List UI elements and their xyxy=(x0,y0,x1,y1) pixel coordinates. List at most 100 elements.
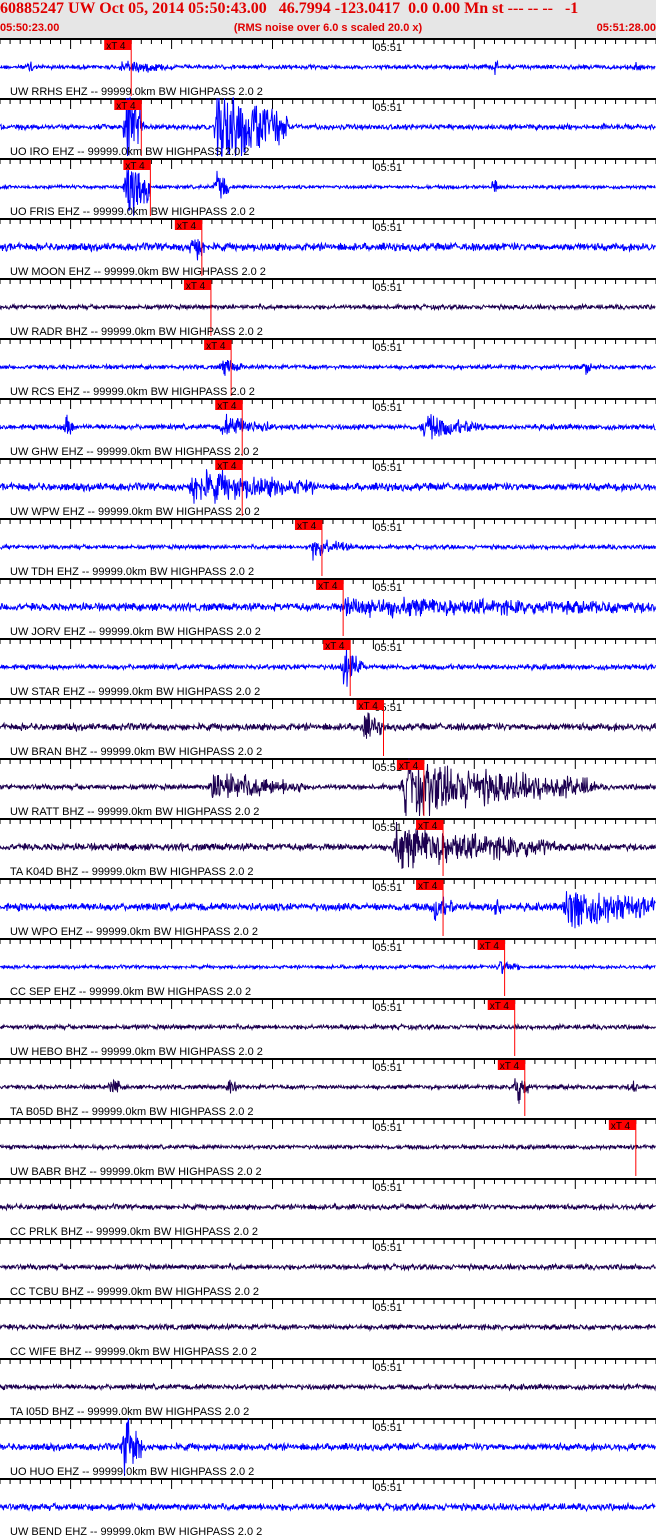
trace-panel: 05:51 UW BEND EHZ -- 99999.0km BW HIGHPAS… xyxy=(0,1478,656,1538)
station-label: CC TCBU BHZ -- 99999.0km BW HIGHPASS 2.0… xyxy=(10,1286,259,1298)
minute-tick-label: 05:51 xyxy=(374,1062,402,1074)
station-label: UW BRAN BHZ -- 99999.0km BW HIGHPASS 2.0… xyxy=(10,746,262,758)
minute-tick-label: 05:51 xyxy=(374,342,402,354)
station-label: UW MOON EHZ -- 99999.0km BW HIGHPASS 2.0… xyxy=(10,266,266,278)
station-label: CC WIFE BHZ -- 99999.0km BW HIGHPASS 2.0… xyxy=(10,1346,257,1358)
station-label: UW STAR EHZ -- 99999.0km BW HIGHPASS 2.0… xyxy=(10,686,260,698)
trace-panel: 05:51 xT 4 UW MOON EHZ -- 99999.0km BW HIG… xyxy=(0,218,656,278)
minute-tick-label: 05:51 xyxy=(374,222,402,234)
minute-tick-label: 05:51 xyxy=(374,1182,402,1194)
time-ticks xyxy=(0,1419,656,1429)
pick-label: xT 4 xyxy=(500,1061,520,1072)
station-label: UW RCS EHZ -- 99999.0km BW HIGHPASS 2.0 … xyxy=(10,386,255,398)
trace-panel: 05:51 UO HUO EHZ -- 99999.0km BW HIGHPASS… xyxy=(0,1417,656,1478)
minute-tick-label: 05:51 xyxy=(374,822,402,834)
trace-panel: 05:51xT 4UW BRAN BHZ -- 99999.0km BW HIG… xyxy=(0,698,656,758)
time-ticks xyxy=(0,1059,656,1069)
time-ticks xyxy=(0,1179,656,1189)
minute-tick-label: 05:51 xyxy=(374,102,402,114)
waveform xyxy=(0,821,656,869)
time-ticks xyxy=(0,99,656,109)
record-section: 05:51 xT 4 UW RRHS EHZ -- 99999.0km BW HIG… xyxy=(0,38,656,1538)
waveform xyxy=(0,359,656,376)
station-label: TA B05D BHZ -- 99999.0km BW HIGHPASS 2.0… xyxy=(10,1106,254,1118)
minute-tick-label: 05:51 xyxy=(374,282,402,294)
station-label: TA I05D BHZ -- 99999.0km BW HIGHPASS 2.0… xyxy=(10,1406,249,1418)
minute-tick-label: 05:51 xyxy=(374,1002,402,1014)
minute-tick-label: 05:51 xyxy=(374,522,402,534)
waveform xyxy=(0,59,656,76)
trace-panel: 05:51 xT 4 UW WPO EHZ -- 99999.0km BW HIGH… xyxy=(0,878,656,938)
header: 60885247 UW Oct 05, 2014 05:50:43.00 46.… xyxy=(0,0,656,38)
station-label: UW JORV EHZ -- 99999.0km BW HIGHPASS 2.0… xyxy=(10,626,261,638)
waveform xyxy=(0,596,656,619)
trace-panel: 05:51 xT 4 UO FRIS EHZ -- 99999.0km BW HIG… xyxy=(0,158,656,218)
minute-tick-label: 05:51 xyxy=(374,1482,402,1494)
trace-panel: 05:51 xT 4 UW RRHS EHZ -- 99999.0km BW HIG… xyxy=(0,38,656,98)
waveform xyxy=(0,647,656,687)
waveform xyxy=(0,1202,656,1212)
trace-panel: 05:51 CC WIFE BHZ -- 99999.0km BW HIGHPAS… xyxy=(0,1298,656,1358)
minute-tick-label: 05:51 xyxy=(374,942,402,954)
pick-label: xT 4 xyxy=(217,401,237,412)
time-ticks xyxy=(0,279,656,289)
time-ticks xyxy=(0,1119,656,1129)
pick-label: xT 4 xyxy=(490,1001,510,1012)
time-ticks xyxy=(0,1479,656,1489)
minute-tick-label: 05:51 xyxy=(374,582,402,594)
trace-panel: 05:51 xT 4 CC SEP EHZ -- 99999.0km BW HIGH… xyxy=(0,938,656,998)
station-label: CC PRLK BHZ -- 99999.0km BW HIGHPASS 2.0… xyxy=(10,1226,258,1238)
trace-panel: 05:51 xT 4 UW RADR BHZ -- 99999.0km BW HIG… xyxy=(0,278,656,338)
station-label: UW BEND EHZ -- 99999.0km BW HIGHPASS 2.0… xyxy=(10,1526,262,1538)
station-label: CC SEP EHZ -- 99999.0km BW HIGHPASS 2.0 … xyxy=(10,986,251,998)
time-ticks xyxy=(0,1359,656,1369)
pick-label: xT 4 xyxy=(325,641,345,652)
waveform xyxy=(0,1142,656,1152)
trace-panel: 05:51 TA I05D BHZ -- 99999.0km BW HIGHPAS… xyxy=(0,1358,656,1418)
station-label: UW WPW EHZ -- 99999.0km BW HIGHPASS 2.0 … xyxy=(10,506,260,518)
pick-label: xT 4 xyxy=(206,341,226,352)
minute-tick-label: 05:51 xyxy=(374,402,402,414)
trace-panel: 05:51 xT 4 UW HEBO BHZ -- 99999.0km BW HIG… xyxy=(0,998,656,1058)
pick-label: xT 4 xyxy=(418,821,438,832)
waveform xyxy=(0,239,656,261)
trace-panel: 05:51xT 4UW RATT BHZ -- 99999.0km BW HIG… xyxy=(0,757,656,818)
pick-label: xT 4 xyxy=(480,941,500,952)
station-label: UW HEBO BHZ -- 99999.0km BW HIGHPASS 2.0… xyxy=(10,1046,263,1058)
pick-label: xT 4 xyxy=(418,881,438,892)
trace-panel: 05:51 xT 4 UW WPW EHZ -- 99999.0km BW HIGH… xyxy=(0,458,656,518)
minute-tick-label: 05:51 xyxy=(374,42,402,54)
trace-panel: 05:51 xT 4 TA K04D BHZ -- 99999.0km BW HIG… xyxy=(0,818,656,878)
time-ticks xyxy=(0,699,656,709)
time-ticks xyxy=(0,339,656,349)
time-ticks xyxy=(0,1239,656,1249)
time-ticks xyxy=(0,219,656,229)
minute-tick-label: 05:51 xyxy=(374,1362,402,1374)
pick-label: xT 4 xyxy=(116,101,136,112)
pick-label: xT 4 xyxy=(106,41,126,52)
pick-label: xT 4 xyxy=(186,281,206,292)
pick-label: xT 4 xyxy=(611,1121,631,1132)
waveform xyxy=(0,1322,656,1332)
time-ticks xyxy=(0,759,656,769)
time-ticks xyxy=(0,159,656,169)
station-label: TA K04D BHZ -- 99999.0km BW HIGHPASS 2.0… xyxy=(10,866,254,878)
pick-label: xT 4 xyxy=(297,521,317,532)
station-label: UW WPO EHZ -- 99999.0km BW HIGHPASS 2.0 … xyxy=(10,926,258,938)
trace-panel: 05:51 xT 4 TA B05D BHZ -- 99999.0km BW HIG… xyxy=(0,1058,656,1118)
trace-panel: 05:51 xT 4 UW TDH EHZ -- 99999.0km BW HIGH… xyxy=(0,518,656,578)
minute-tick-label: 05:51 xyxy=(374,462,402,474)
pick-label: xT 4 xyxy=(318,581,338,592)
waveform xyxy=(0,413,656,440)
time-ticks xyxy=(0,879,656,889)
trace-panel: 05:51 CC TCBU BHZ -- 99999.0km BW HIGHPAS… xyxy=(0,1238,656,1298)
trace-panel: 05:51 CC PRLK BHZ -- 99999.0km BW HIGHPAS… xyxy=(0,1178,656,1238)
trace-panel: 05:51 xT 4 UW STAR EHZ -- 99999.0km BW HIG… xyxy=(0,638,656,698)
waveform xyxy=(0,960,656,975)
station-label: UO HUO EHZ -- 99999.0km BW HIGHPASS 2.0 … xyxy=(10,1466,254,1478)
minute-tick-label: 05:51 xyxy=(374,642,402,654)
minute-tick-label: 05:51 xyxy=(374,882,402,894)
time-ticks xyxy=(0,459,656,469)
pick-label: xT 4 xyxy=(399,761,419,772)
station-label: UW RADR BHZ -- 99999.0km BW HIGHPASS 2.0… xyxy=(10,326,263,338)
